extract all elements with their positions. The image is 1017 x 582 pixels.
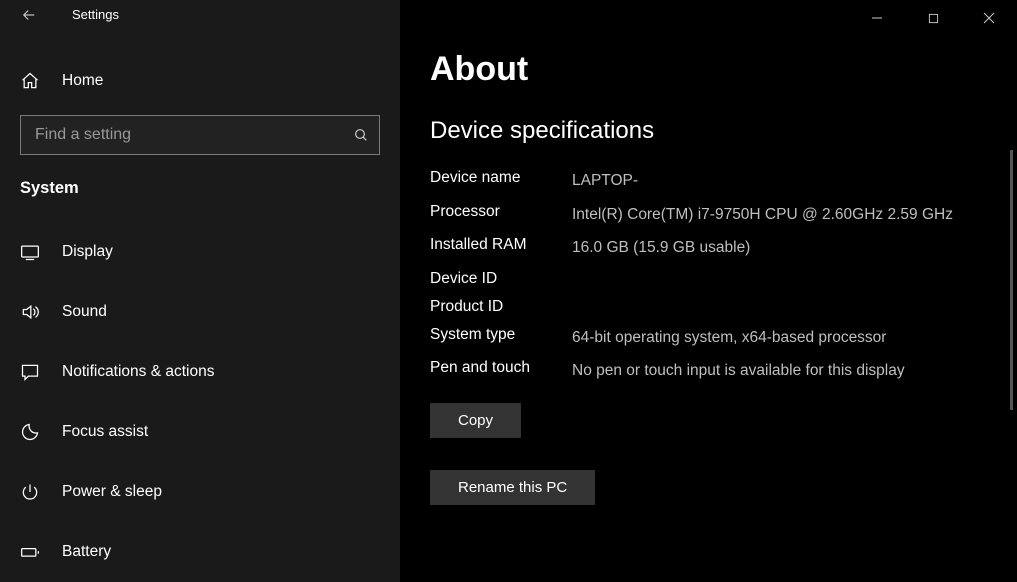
spec-label: Installed RAM bbox=[430, 236, 572, 254]
notifications-icon bbox=[20, 362, 40, 382]
category-system: System bbox=[0, 161, 400, 208]
nav-list: Display Sound Notifications & actions Fo… bbox=[0, 222, 400, 582]
spec-label: Device ID bbox=[430, 270, 572, 288]
maximize-button[interactable] bbox=[905, 0, 961, 36]
spec-row-device-id: Device ID bbox=[430, 270, 987, 288]
sidebar-item-power-sleep[interactable]: Power & sleep bbox=[0, 462, 400, 522]
sidebar: Settings Home System Display Sound bbox=[0, 0, 400, 582]
scrollbar[interactable] bbox=[1010, 150, 1013, 410]
app-title: Settings bbox=[72, 7, 119, 22]
sidebar-item-notifications[interactable]: Notifications & actions bbox=[0, 342, 400, 402]
rename-pc-button[interactable]: Rename this PC bbox=[430, 470, 595, 505]
spec-row-processor: Processor Intel(R) Core(TM) i7-9750H CPU… bbox=[430, 203, 987, 227]
spec-value: 64-bit operating system, x64-based proce… bbox=[572, 326, 886, 350]
sidebar-item-display[interactable]: Display bbox=[0, 222, 400, 282]
content-area: About Device specifications Device name … bbox=[400, 0, 1017, 582]
display-icon bbox=[20, 242, 40, 262]
power-icon bbox=[20, 482, 40, 502]
search-container bbox=[0, 103, 400, 161]
sidebar-item-sound[interactable]: Sound bbox=[0, 282, 400, 342]
titlebar: Settings bbox=[0, 0, 400, 29]
spec-label: Product ID bbox=[430, 298, 572, 316]
spec-row-ram: Installed RAM 16.0 GB (15.9 GB usable) bbox=[430, 236, 987, 260]
sidebar-item-battery[interactable]: Battery bbox=[0, 522, 400, 582]
battery-icon bbox=[20, 542, 40, 562]
spec-label: Processor bbox=[430, 203, 572, 221]
home-label: Home bbox=[62, 72, 103, 90]
focus-assist-icon bbox=[20, 422, 40, 442]
spec-label: Device name bbox=[430, 169, 572, 187]
nav-label: Focus assist bbox=[62, 423, 148, 441]
nav-label: Display bbox=[62, 243, 113, 261]
sidebar-item-home[interactable]: Home bbox=[0, 59, 400, 103]
spec-row-device-name: Device name LAPTOP- bbox=[430, 169, 987, 193]
spec-label: System type bbox=[430, 326, 572, 344]
spec-value: Intel(R) Core(TM) i7-9750H CPU @ 2.60GHz… bbox=[572, 203, 953, 227]
main-scroll[interactable]: About Device specifications Device name … bbox=[400, 0, 1017, 582]
nav-label: Sound bbox=[62, 303, 107, 321]
minimize-button[interactable] bbox=[849, 0, 905, 36]
sidebar-item-focus-assist[interactable]: Focus assist bbox=[0, 402, 400, 462]
search-icon bbox=[353, 127, 369, 143]
nav-label: Notifications & actions bbox=[62, 363, 215, 381]
nav-label: Battery bbox=[62, 543, 111, 561]
search-box[interactable] bbox=[20, 115, 380, 155]
spec-row-system-type: System type 64-bit operating system, x64… bbox=[430, 326, 987, 350]
page-title: About bbox=[430, 50, 987, 89]
close-button[interactable] bbox=[961, 0, 1017, 36]
spec-value: No pen or touch input is available for t… bbox=[572, 359, 905, 383]
sound-icon bbox=[20, 302, 40, 322]
copy-button[interactable]: Copy bbox=[430, 403, 521, 438]
spec-value: 16.0 GB (15.9 GB usable) bbox=[572, 236, 750, 260]
nav-label: Power & sleep bbox=[62, 483, 162, 501]
section-device-specs: Device specifications bbox=[430, 117, 987, 145]
spec-value: LAPTOP- bbox=[572, 169, 638, 193]
back-arrow-icon[interactable] bbox=[20, 5, 40, 25]
home-icon bbox=[20, 71, 40, 91]
search-input[interactable] bbox=[35, 126, 353, 144]
spec-label: Pen and touch bbox=[430, 359, 572, 377]
spec-row-product-id: Product ID bbox=[430, 298, 987, 316]
spec-row-pen-touch: Pen and touch No pen or touch input is a… bbox=[430, 359, 987, 383]
window-controls bbox=[849, 0, 1017, 36]
